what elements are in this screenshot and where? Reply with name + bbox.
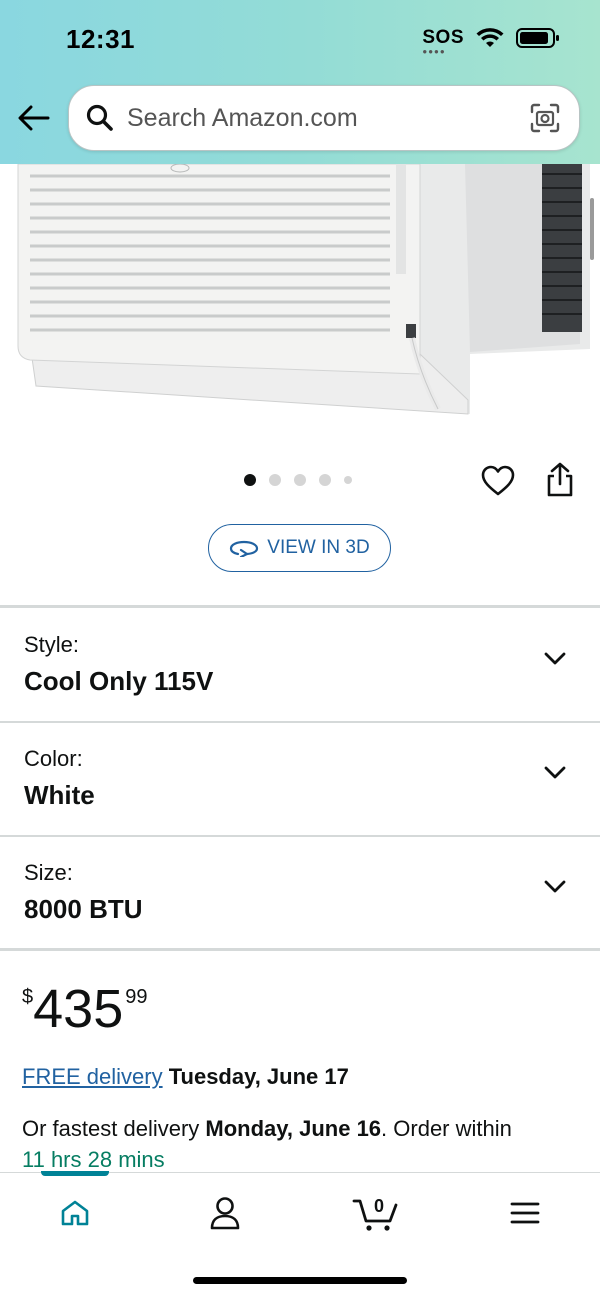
battery-icon [516,28,559,48]
size-label: Size: [24,860,73,885]
free-delivery-link[interactable]: FREE delivery [22,1064,163,1089]
sos-signal-dots: ●●●● [422,47,446,56]
price-fraction: 99 [125,986,148,1008]
chevron-down-icon [544,766,566,779]
active-tab-indicator [41,1171,109,1176]
scroll-indicator[interactable] [590,198,594,260]
header: 12:31 SOS ●●●● [0,0,600,164]
carousel-dot-3[interactable] [294,474,306,486]
size-value: 8000 BTU [24,894,143,924]
wishlist-button[interactable] [481,465,515,499]
size-selector[interactable]: Size: 8000 BTU [0,836,600,948]
product-image[interactable] [0,164,600,424]
nav-cart[interactable]: 0 [346,1191,406,1235]
style-value: Cool Only 115V [24,666,214,696]
carousel-dot-2[interactable] [269,474,281,486]
search-input[interactable] [127,103,507,133]
fastest-prefix: Or fastest delivery [22,1116,200,1141]
air-conditioner-illustration [17,164,590,415]
color-selector[interactable]: Color: White [0,722,600,834]
nav-home[interactable] [45,1191,105,1235]
person-icon [210,1197,240,1230]
style-label: Style: [24,632,80,657]
fastest-delivery-info: Or fastest delivery Monday, June 16. Ord… [22,1113,582,1175]
cart-count: 0 [374,1196,384,1216]
sos-label: SOS [422,27,464,48]
fastest-suffix: . Order within [381,1116,512,1141]
chevron-down-icon [544,880,566,893]
style-selector[interactable]: Style: Cool Only 115V [0,608,600,720]
status-icons: SOS ●●●● [422,27,560,56]
color-value: White [24,780,95,810]
nav-menu[interactable] [495,1191,555,1235]
chevron-down-icon [544,652,566,665]
price: $ 435 99 [22,978,147,1036]
nav-account[interactable] [195,1191,255,1235]
image-carousel-dots[interactable] [244,474,352,486]
search-bar[interactable] [68,85,580,151]
home-indicator[interactable] [193,1277,407,1284]
camera-lens-icon[interactable] [529,102,561,134]
share-button[interactable] [544,462,578,498]
carousel-dot-4[interactable] [319,474,331,486]
back-button[interactable] [16,100,52,136]
wifi-icon [476,28,504,47]
hamburger-menu-icon [510,1202,540,1224]
order-countdown: 11 hrs 28 mins [22,1147,165,1172]
carousel-dot-5[interactable] [344,476,352,484]
view-in-3d-label: VIEW IN 3D [267,537,370,558]
delivery-info: FREE delivery Tuesday, June 17 [22,1064,349,1090]
share-icon [547,462,573,497]
search-icon [85,103,115,133]
price-currency-symbol: $ [22,986,34,1008]
carousel-dot-1[interactable] [244,474,256,486]
cart-icon: 0 [352,1196,398,1231]
status-time: 12:31 [66,24,135,54]
color-label: Color: [24,746,83,771]
section-divider [0,948,600,951]
home-icon [61,1200,89,1226]
heart-icon [481,465,515,496]
arrow-left-icon [18,105,50,131]
rotate-3d-icon [230,540,259,557]
sos-indicator: SOS ●●●● [422,27,464,56]
view-in-3d-button[interactable]: VIEW IN 3D [208,524,391,572]
price-whole: 435 [33,979,124,1039]
delivery-date: Tuesday, June 17 [168,1064,349,1089]
fastest-date: Monday, June 16 [205,1116,382,1141]
